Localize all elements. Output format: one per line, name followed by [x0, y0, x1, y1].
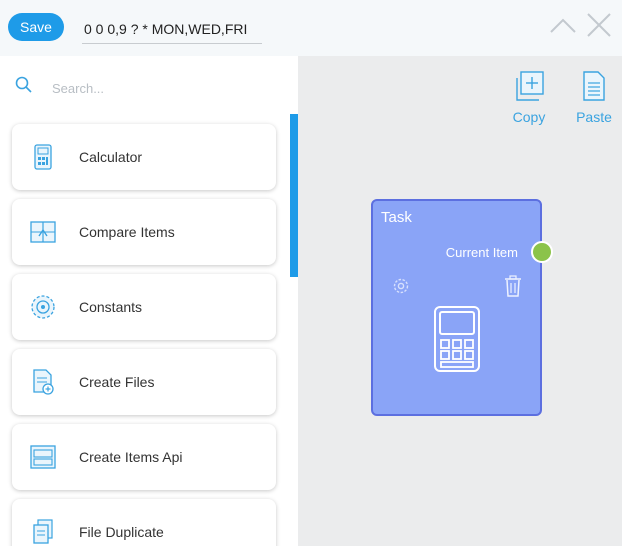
- library-item-create-files[interactable]: Create Files: [12, 349, 276, 415]
- cron-expression-input[interactable]: [82, 14, 262, 44]
- top-bar: Save: [0, 0, 622, 56]
- library-item-label: Create Items Api: [79, 449, 183, 465]
- paste-label: Paste: [576, 109, 612, 125]
- trash-icon[interactable]: [503, 275, 523, 297]
- node-title: Task: [381, 209, 412, 226]
- search-icon: [14, 75, 34, 95]
- file-duplicate-icon: [29, 518, 57, 546]
- library-item-label: File Duplicate: [79, 524, 164, 540]
- copy-label: Copy: [512, 109, 546, 125]
- library-item-file-duplicate[interactable]: File Duplicate: [12, 499, 276, 546]
- create-items-api-icon: [29, 443, 57, 471]
- library-item-label: Create Files: [79, 374, 155, 390]
- calculator-icon: [433, 305, 481, 373]
- copy-button[interactable]: Copy: [504, 70, 554, 125]
- task-node[interactable]: Task Current Item: [371, 199, 553, 416]
- save-button[interactable]: Save: [8, 13, 64, 41]
- gear-icon[interactable]: [391, 276, 411, 296]
- library-item-label: Compare Items: [79, 224, 175, 240]
- paste-button[interactable]: Paste: [569, 70, 619, 125]
- constants-icon: [29, 293, 57, 321]
- library-item-calculator[interactable]: Calculator: [12, 124, 276, 190]
- compare-icon: [29, 218, 57, 246]
- chevron-up-icon[interactable]: [548, 10, 578, 40]
- create-files-icon: [29, 368, 57, 396]
- output-port[interactable]: [531, 241, 553, 263]
- paste-icon: [583, 71, 605, 101]
- node-output-label: Current Item: [445, 245, 518, 260]
- sidebar-scrollbar[interactable]: [290, 114, 298, 277]
- library-item-create-items-api[interactable]: Create Items Api: [12, 424, 276, 490]
- workflow-canvas[interactable]: Copy Paste Task Current Item: [298, 56, 622, 546]
- search-input[interactable]: [52, 76, 272, 100]
- calculator-icon: [29, 143, 57, 171]
- library-item-label: Calculator: [79, 149, 143, 165]
- close-icon[interactable]: [584, 10, 614, 40]
- copy-icon: [516, 71, 544, 101]
- library-item-constants[interactable]: Constants: [12, 274, 276, 340]
- library-item-compare-items[interactable]: Compare Items: [12, 199, 276, 265]
- node-library-sidebar: Calculator Compare Items Constants Creat…: [0, 56, 298, 546]
- library-item-label: Constants: [79, 299, 143, 315]
